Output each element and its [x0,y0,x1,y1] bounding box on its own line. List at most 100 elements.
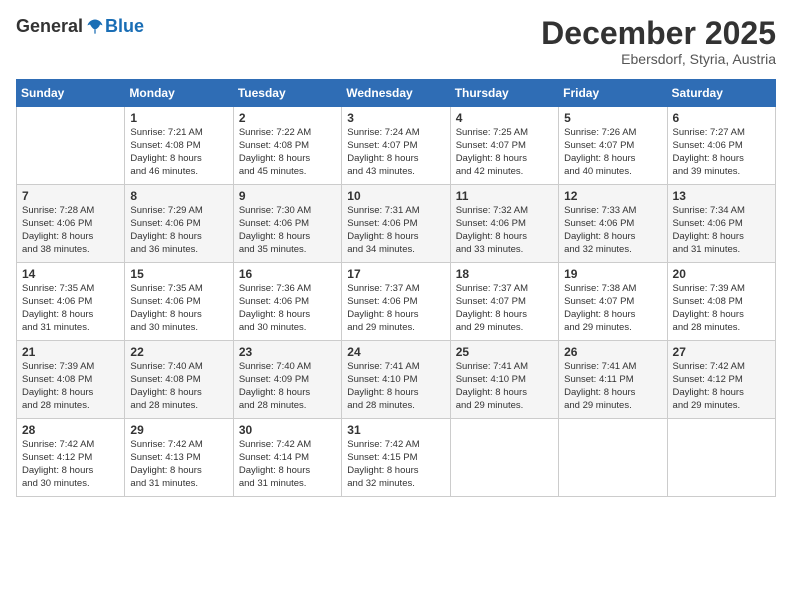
day-number: 1 [130,111,227,125]
day-info: Sunrise: 7:29 AM Sunset: 4:06 PM Dayligh… [130,205,227,256]
day-info: Sunrise: 7:22 AM Sunset: 4:08 PM Dayligh… [239,127,336,178]
day-number: 25 [456,345,553,359]
calendar-cell [17,107,125,185]
day-info: Sunrise: 7:21 AM Sunset: 4:08 PM Dayligh… [130,127,227,178]
day-number: 28 [22,423,119,437]
day-number: 30 [239,423,336,437]
day-info: Sunrise: 7:38 AM Sunset: 4:07 PM Dayligh… [564,283,661,334]
logo: General Blue [16,16,144,37]
calendar-cell: 24 Sunrise: 7:41 AM Sunset: 4:10 PM Dayli… [342,341,450,419]
day-info: Sunrise: 7:37 AM Sunset: 4:06 PM Dayligh… [347,283,444,334]
calendar-cell: 9 Sunrise: 7:30 AM Sunset: 4:06 PM Daylig… [233,185,341,263]
calendar-cell: 13 Sunrise: 7:34 AM Sunset: 4:06 PM Dayli… [667,185,775,263]
header-wednesday: Wednesday [342,80,450,107]
month-title: December 2025 [541,16,776,51]
day-number: 11 [456,189,553,203]
calendar-cell: 8 Sunrise: 7:29 AM Sunset: 4:06 PM Daylig… [125,185,233,263]
calendar-cell: 18Sunrise: 7:37 AM Sunset: 4:07 PM Dayli… [450,263,558,341]
day-number: 18 [456,267,553,281]
day-number: 6 [673,111,770,125]
calendar-week-row: 14Sunrise: 7:35 AM Sunset: 4:06 PM Dayli… [17,263,776,341]
header: General Blue December 2025 Ebersdorf, St… [16,16,776,67]
calendar-cell: 3 Sunrise: 7:24 AM Sunset: 4:07 PM Daylig… [342,107,450,185]
day-info: Sunrise: 7:31 AM Sunset: 4:06 PM Dayligh… [347,205,444,256]
weekday-header-row: Sunday Monday Tuesday Wednesday Thursday… [17,80,776,107]
location: Ebersdorf, Styria, Austria [541,51,776,67]
calendar-cell [559,419,667,497]
day-info: Sunrise: 7:30 AM Sunset: 4:06 PM Dayligh… [239,205,336,256]
calendar-cell: 6 Sunrise: 7:27 AM Sunset: 4:06 PM Daylig… [667,107,775,185]
day-number: 27 [673,345,770,359]
header-tuesday: Tuesday [233,80,341,107]
day-info: Sunrise: 7:40 AM Sunset: 4:08 PM Dayligh… [130,361,227,412]
day-info: Sunrise: 7:32 AM Sunset: 4:06 PM Dayligh… [456,205,553,256]
day-info: Sunrise: 7:27 AM Sunset: 4:06 PM Dayligh… [673,127,770,178]
day-info: Sunrise: 7:40 AM Sunset: 4:09 PM Dayligh… [239,361,336,412]
calendar-cell: 20Sunrise: 7:39 AM Sunset: 4:08 PM Dayli… [667,263,775,341]
header-monday: Monday [125,80,233,107]
logo-text: General Blue [16,16,144,37]
day-number: 31 [347,423,444,437]
calendar-table: Sunday Monday Tuesday Wednesday Thursday… [16,79,776,497]
calendar-week-row: 1 Sunrise: 7:21 AM Sunset: 4:08 PM Daylig… [17,107,776,185]
day-info: Sunrise: 7:42 AM Sunset: 4:12 PM Dayligh… [22,439,119,490]
calendar-cell: 10Sunrise: 7:31 AM Sunset: 4:06 PM Dayli… [342,185,450,263]
calendar-cell: 2 Sunrise: 7:22 AM Sunset: 4:08 PM Daylig… [233,107,341,185]
calendar-cell: 4 Sunrise: 7:25 AM Sunset: 4:07 PM Daylig… [450,107,558,185]
day-number: 17 [347,267,444,281]
day-number: 21 [22,345,119,359]
day-number: 2 [239,111,336,125]
day-number: 24 [347,345,444,359]
day-number: 23 [239,345,336,359]
logo-general: General [16,16,83,37]
calendar-cell: 14Sunrise: 7:35 AM Sunset: 4:06 PM Dayli… [17,263,125,341]
calendar-cell: 19Sunrise: 7:38 AM Sunset: 4:07 PM Dayli… [559,263,667,341]
day-number: 13 [673,189,770,203]
day-number: 26 [564,345,661,359]
header-saturday: Saturday [667,80,775,107]
day-info: Sunrise: 7:33 AM Sunset: 4:06 PM Dayligh… [564,205,661,256]
calendar-cell: 16 Sunrise: 7:36 AM Sunset: 4:06 PM Dayli… [233,263,341,341]
day-number: 4 [456,111,553,125]
calendar-week-row: 28 Sunrise: 7:42 AM Sunset: 4:12 PM Dayli… [17,419,776,497]
day-info: Sunrise: 7:42 AM Sunset: 4:12 PM Dayligh… [673,361,770,412]
day-info: Sunrise: 7:41 AM Sunset: 4:10 PM Dayligh… [456,361,553,412]
header-thursday: Thursday [450,80,558,107]
day-info: Sunrise: 7:39 AM Sunset: 4:08 PM Dayligh… [673,283,770,334]
calendar-week-row: 21Sunrise: 7:39 AM Sunset: 4:08 PM Dayli… [17,341,776,419]
day-info: Sunrise: 7:26 AM Sunset: 4:07 PM Dayligh… [564,127,661,178]
calendar-cell: 31 Sunrise: 7:42 AM Sunset: 4:15 PM Dayli… [342,419,450,497]
day-info: Sunrise: 7:42 AM Sunset: 4:15 PM Dayligh… [347,439,444,490]
calendar-cell [667,419,775,497]
day-number: 15 [130,267,227,281]
calendar-cell: 5Sunrise: 7:26 AM Sunset: 4:07 PM Daylig… [559,107,667,185]
day-number: 9 [239,189,336,203]
page-container: General Blue December 2025 Ebersdorf, St… [0,0,792,507]
day-number: 8 [130,189,227,203]
day-info: Sunrise: 7:28 AM Sunset: 4:06 PM Dayligh… [22,205,119,256]
logo-bird-icon [85,17,105,37]
day-info: Sunrise: 7:36 AM Sunset: 4:06 PM Dayligh… [239,283,336,334]
day-info: Sunrise: 7:42 AM Sunset: 4:13 PM Dayligh… [130,439,227,490]
day-info: Sunrise: 7:41 AM Sunset: 4:11 PM Dayligh… [564,361,661,412]
calendar-cell: 12 Sunrise: 7:33 AM Sunset: 4:06 PM Dayli… [559,185,667,263]
header-sunday: Sunday [17,80,125,107]
header-friday: Friday [559,80,667,107]
day-number: 22 [130,345,227,359]
calendar-cell: 25 Sunrise: 7:41 AM Sunset: 4:10 PM Dayli… [450,341,558,419]
day-number: 14 [22,267,119,281]
day-info: Sunrise: 7:24 AM Sunset: 4:07 PM Dayligh… [347,127,444,178]
day-info: Sunrise: 7:41 AM Sunset: 4:10 PM Dayligh… [347,361,444,412]
day-info: Sunrise: 7:25 AM Sunset: 4:07 PM Dayligh… [456,127,553,178]
calendar-week-row: 7Sunrise: 7:28 AM Sunset: 4:06 PM Daylig… [17,185,776,263]
calendar-cell: 17 Sunrise: 7:37 AM Sunset: 4:06 PM Dayli… [342,263,450,341]
calendar-cell: 29 Sunrise: 7:42 AM Sunset: 4:13 PM Dayli… [125,419,233,497]
day-info: Sunrise: 7:34 AM Sunset: 4:06 PM Dayligh… [673,205,770,256]
calendar-cell: 21Sunrise: 7:39 AM Sunset: 4:08 PM Dayli… [17,341,125,419]
day-number: 29 [130,423,227,437]
calendar-cell: 30Sunrise: 7:42 AM Sunset: 4:14 PM Dayli… [233,419,341,497]
calendar-cell: 11 Sunrise: 7:32 AM Sunset: 4:06 PM Dayli… [450,185,558,263]
day-number: 12 [564,189,661,203]
day-number: 3 [347,111,444,125]
day-number: 16 [239,267,336,281]
